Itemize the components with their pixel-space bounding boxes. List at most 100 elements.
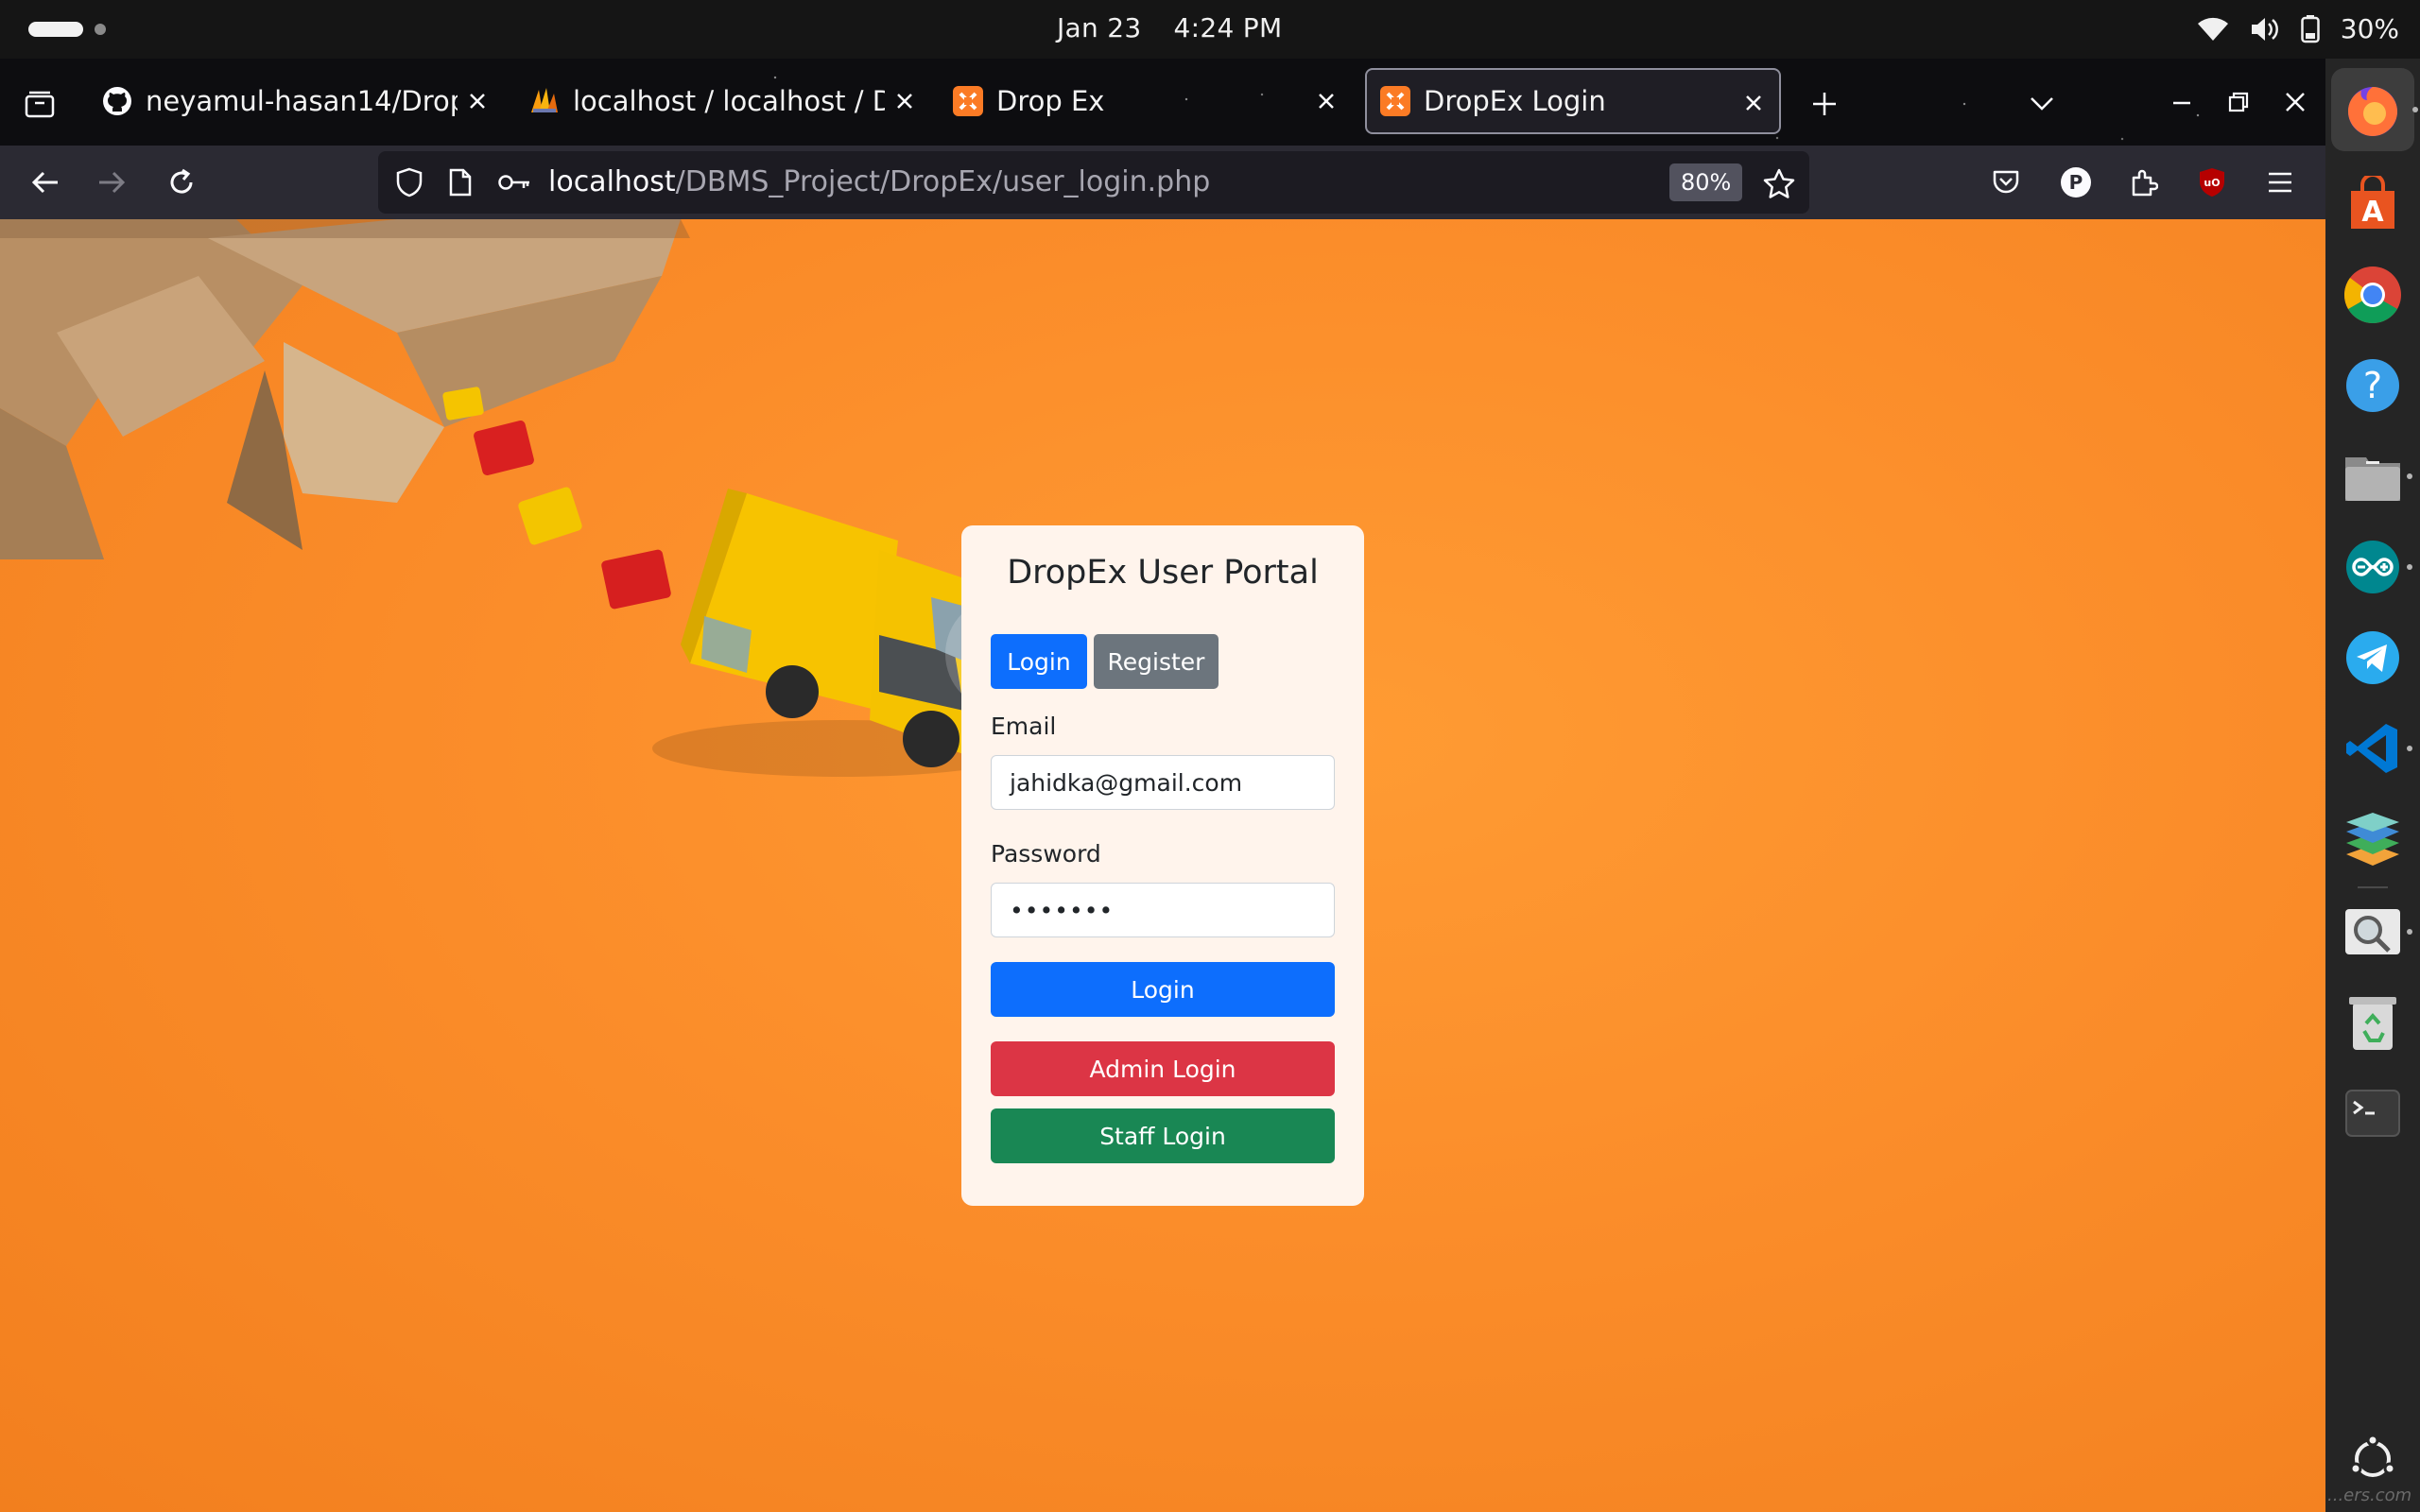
admin-login-button[interactable]: Admin Login (991, 1041, 1335, 1096)
svg-text:P: P (2069, 171, 2083, 194)
running-indicator (2407, 473, 2412, 479)
workspace-indicator (95, 24, 106, 35)
plus-icon (1813, 93, 1836, 115)
system-clock[interactable]: Jan 23 4:24 PM (1057, 12, 1282, 43)
close-icon (1319, 94, 1334, 109)
watermark-text: ...ers.com (2327, 1486, 2412, 1505)
svg-text:A: A (2361, 196, 2384, 229)
tab-close-button[interactable] (889, 85, 921, 117)
minimize-icon (2173, 101, 2190, 105)
dock-layers-app[interactable] (2339, 805, 2407, 873)
phpmyadmin-icon (529, 86, 560, 116)
tab-close-button[interactable] (1310, 85, 1342, 117)
dock-app-center[interactable]: A (2339, 170, 2407, 238)
key-icon[interactable] (495, 166, 533, 198)
zoom-level-indicator[interactable]: 80% (1669, 163, 1743, 201)
list-all-tabs-button[interactable] (2021, 83, 2063, 125)
running-indicator (2407, 746, 2412, 751)
system-tray[interactable]: 30% (2197, 13, 2399, 44)
tab-title: DropEx Login (1424, 85, 1606, 117)
tab-dropex-login[interactable]: DropEx Login (1365, 68, 1781, 134)
chrome-icon (2343, 266, 2401, 324)
dock-files[interactable] (2339, 442, 2412, 510)
email-label: Email (991, 713, 1057, 740)
close-icon (470, 94, 485, 109)
dock-show-apps[interactable] (2339, 1425, 2407, 1493)
arrow-left-icon (31, 171, 58, 194)
help-icon: ? (2346, 359, 2399, 412)
dock-arduino[interactable] (2339, 533, 2412, 601)
extensions-button[interactable] (2123, 162, 2165, 203)
reload-button[interactable] (161, 162, 202, 203)
vscode-icon (2346, 724, 2397, 773)
tab-github[interactable]: neyamul-hasan14/DropEx (102, 68, 499, 134)
application-menu-button[interactable] (2259, 162, 2301, 203)
password-field[interactable]: ••••••• (991, 883, 1335, 937)
pocket-button[interactable] (1985, 162, 2027, 203)
tab-title: localhost / localhost / DropEx (573, 85, 885, 117)
dock-terminal[interactable] (2339, 1079, 2407, 1147)
page-info-icon[interactable] (444, 166, 476, 198)
email-field[interactable]: jahidka@gmail.com (991, 755, 1335, 810)
image-viewer-icon (2345, 909, 2400, 954)
tab-title: Drop Ex (996, 85, 1105, 117)
ubuntu-dock: A ? (2325, 59, 2420, 1512)
ubuntu-apps-icon (2349, 1435, 2396, 1477)
workspace-active-indicator (28, 22, 83, 37)
running-indicator (2407, 929, 2412, 935)
navigation-toolbar: localhost/DBMS_Project/DropEx/user_login… (0, 146, 2325, 219)
login-button[interactable]: Login (991, 962, 1335, 1017)
tracking-protection-shield-icon[interactable] (393, 166, 425, 198)
tab-close-button[interactable] (1737, 87, 1770, 119)
clock-date: Jan 23 (1057, 12, 1142, 43)
activities-button[interactable] (28, 22, 106, 37)
close-window-button[interactable] (2276, 83, 2314, 121)
staff-login-button[interactable]: Staff Login (991, 1108, 1335, 1163)
star-icon (1763, 168, 1795, 198)
tab-title: neyamul-hasan14/DropEx (146, 85, 458, 117)
dock-help[interactable]: ? (2339, 352, 2407, 420)
terminal-icon (2345, 1090, 2400, 1137)
login-tab-button[interactable]: Login (991, 634, 1087, 689)
files-icon (2345, 457, 2400, 501)
forward-button[interactable] (91, 162, 132, 203)
firefox-view-button[interactable] (21, 85, 59, 123)
tab-close-button[interactable] (461, 85, 493, 117)
wifi-icon (2197, 17, 2228, 41)
close-icon (1746, 95, 1761, 111)
layers-icon (2346, 813, 2399, 866)
tab-phpmyadmin[interactable]: localhost / localhost / DropEx (529, 68, 926, 134)
bookmark-button[interactable] (1760, 164, 1798, 202)
register-tab-button[interactable]: Register (1094, 634, 1219, 689)
dock-chrome[interactable] (2339, 261, 2407, 329)
chevron-down-icon (2031, 97, 2053, 111)
battery-icon (2301, 14, 2320, 43)
restore-window-button[interactable] (2220, 83, 2257, 121)
new-tab-button[interactable] (1804, 83, 1845, 125)
firefox-icon (2348, 87, 2397, 136)
dock-telegram[interactable] (2339, 624, 2407, 692)
svg-text:?: ? (2363, 365, 2382, 406)
dock-separator (2358, 886, 2388, 888)
dock-image-viewer[interactable] (2339, 898, 2412, 966)
volume-icon (2251, 17, 2278, 41)
url-path: /DBMS_Project/DropEx/user_login.php (675, 165, 1211, 198)
clock-time: 4:24 PM (1173, 12, 1283, 43)
dock-firefox[interactable] (2331, 68, 2418, 151)
reload-icon (170, 168, 193, 194)
dock-vscode[interactable] (2339, 714, 2412, 782)
back-button[interactable] (25, 162, 66, 203)
ublock-origin-button[interactable]: uO (2191, 162, 2233, 203)
dock-trash[interactable] (2339, 988, 2407, 1057)
url-text[interactable]: localhost/DBMS_Project/DropEx/user_login… (548, 165, 1210, 198)
hamburger-menu-icon (2269, 172, 2291, 193)
system-top-bar: Jan 23 4:24 PM 30% (0, 0, 2420, 59)
minimize-window-button[interactable] (2163, 83, 2201, 121)
profile-extension-button[interactable]: P (2055, 162, 2097, 203)
address-bar[interactable]: localhost/DBMS_Project/DropEx/user_login… (378, 151, 1809, 214)
delivery-truck-background-image (0, 219, 1040, 777)
close-icon (897, 94, 912, 109)
app-center-icon: A (2351, 176, 2394, 229)
telegram-icon (2346, 631, 2399, 684)
tab-drop-ex[interactable]: Drop Ex (953, 68, 1350, 134)
